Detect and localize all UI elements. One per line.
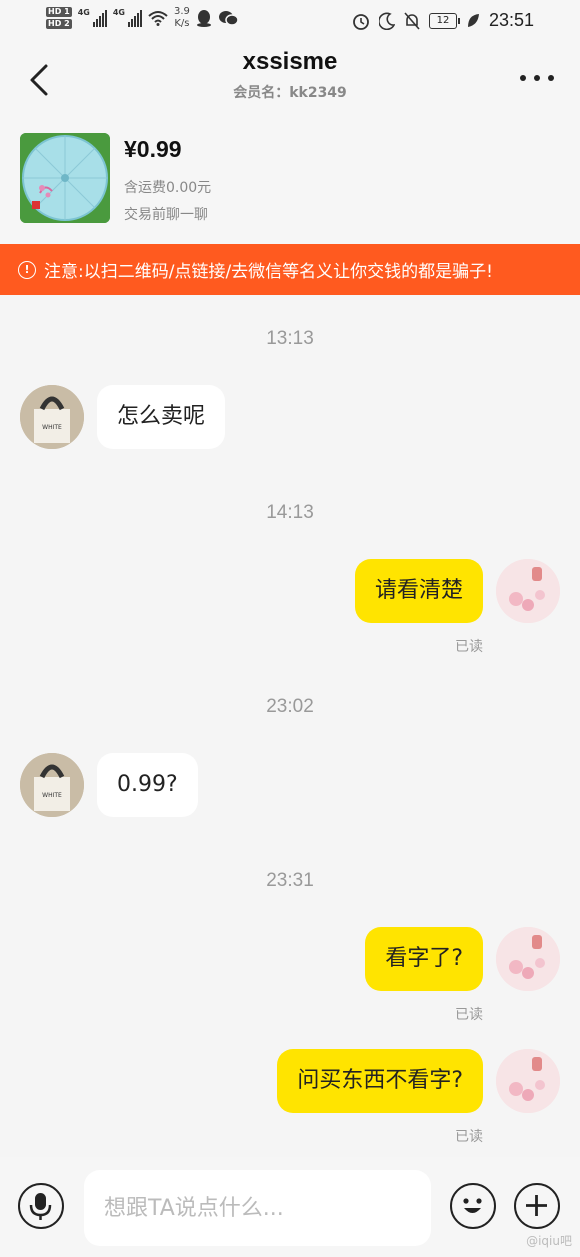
alarm-icon bbox=[353, 13, 369, 30]
message-timestamp: 14:13 bbox=[266, 502, 314, 523]
microphone-icon bbox=[29, 1193, 52, 1220]
network-type-2: 4G bbox=[112, 8, 125, 17]
message-bubble[interactable]: 请看清楚 bbox=[354, 559, 483, 623]
plus-icon bbox=[526, 1195, 547, 1216]
scam-warning-banner: ! 注意:以扫二维码/点链接/去微信等名义让你交钱的都是骗子! bbox=[0, 244, 580, 295]
status-bar-left: HD 1 HD 2 4G 4G 3.9 K/s bbox=[46, 6, 238, 30]
svg-text:WHITE: WHITE bbox=[42, 424, 62, 431]
message-bubble[interactable]: 怎么卖呢 bbox=[97, 385, 226, 449]
my-avatar[interactable] bbox=[496, 1049, 560, 1113]
signal-icon bbox=[92, 9, 107, 27]
wifi-icon bbox=[148, 11, 168, 26]
message-timestamp: 13:13 bbox=[266, 328, 314, 349]
hd1-badge: HD 1 bbox=[46, 7, 72, 17]
blossom-picture bbox=[496, 1049, 560, 1113]
wechat-icon bbox=[218, 11, 238, 26]
message-input[interactable] bbox=[84, 1170, 431, 1246]
voice-button[interactable] bbox=[18, 1183, 64, 1229]
signal-icon-2 bbox=[127, 9, 142, 27]
more-button[interactable] bbox=[520, 66, 554, 90]
read-receipt: 已读 bbox=[455, 1007, 483, 1023]
network-type-1: 4G bbox=[77, 8, 90, 17]
chat-header: xssisme 会员名：kk2349 bbox=[0, 44, 580, 116]
umbrella-picture bbox=[20, 133, 110, 223]
network-speed: 3.9 K/s bbox=[174, 6, 190, 30]
product-price: ¥0.99 bbox=[124, 136, 182, 162]
hd2-badge: HD 2 bbox=[46, 19, 72, 29]
message-timestamp: 23:31 bbox=[266, 870, 314, 891]
bag-picture: WHITE bbox=[20, 753, 84, 817]
moon-icon bbox=[378, 12, 395, 30]
contact-avatar[interactable]: WHITE bbox=[20, 385, 84, 449]
mute-bell-icon bbox=[404, 11, 420, 30]
speed-unit: K/s bbox=[174, 18, 190, 29]
chat-hint: 交易前聊一聊 bbox=[124, 207, 208, 223]
my-avatar[interactable] bbox=[496, 559, 560, 623]
more-dot-icon bbox=[548, 75, 554, 81]
product-card[interactable]: ¥0.99 含运费0.00元 交易前聊一聊 bbox=[0, 116, 580, 244]
more-dot-icon bbox=[520, 75, 526, 81]
read-receipt: 已读 bbox=[455, 1129, 483, 1145]
message-timestamp: 23:02 bbox=[266, 696, 314, 717]
status-bar: HD 1 HD 2 4G 4G 3.9 K/s 12 23:51 bbox=[0, 0, 580, 44]
blossom-picture bbox=[496, 927, 560, 991]
exclamation-icon: ! bbox=[18, 260, 36, 279]
more-dot-icon bbox=[534, 75, 540, 81]
svg-text:WHITE: WHITE bbox=[42, 792, 62, 799]
blossom-picture bbox=[496, 559, 560, 623]
message-bubble[interactable]: 看字了? bbox=[365, 927, 483, 991]
clock: 23:51 bbox=[488, 10, 534, 30]
hd-indicators: HD 1 HD 2 bbox=[46, 7, 72, 29]
message-bubble[interactable]: 问买东西不看字? bbox=[277, 1049, 483, 1113]
product-image[interactable] bbox=[20, 133, 110, 223]
emoji-button[interactable] bbox=[450, 1183, 496, 1229]
smiley-icon bbox=[463, 1198, 482, 1213]
status-bar-right: 12 23:51 bbox=[352, 10, 534, 31]
chat-title: xssisme bbox=[242, 48, 338, 75]
shipping-fee: 含运费0.00元 bbox=[124, 180, 212, 196]
leaf-icon bbox=[467, 13, 479, 27]
qq-icon bbox=[196, 10, 211, 27]
bag-picture: WHITE bbox=[20, 385, 84, 449]
member-name: 会员名：kk2349 bbox=[233, 85, 347, 101]
watermark: @iqiu吧 bbox=[526, 1234, 572, 1248]
contact-avatar[interactable]: WHITE bbox=[20, 753, 84, 817]
read-receipt: 已读 bbox=[455, 639, 483, 655]
message-bubble[interactable]: 0.99? bbox=[97, 753, 198, 817]
more-actions-button[interactable] bbox=[514, 1183, 560, 1229]
warning-text: 注意:以扫二维码/点链接/去微信等名义让你交钱的都是骗子! bbox=[44, 262, 493, 282]
input-bar bbox=[0, 1157, 580, 1257]
speed-value: 3.9 bbox=[173, 6, 190, 17]
my-avatar[interactable] bbox=[496, 927, 560, 991]
battery-icon: 12 bbox=[428, 12, 460, 29]
